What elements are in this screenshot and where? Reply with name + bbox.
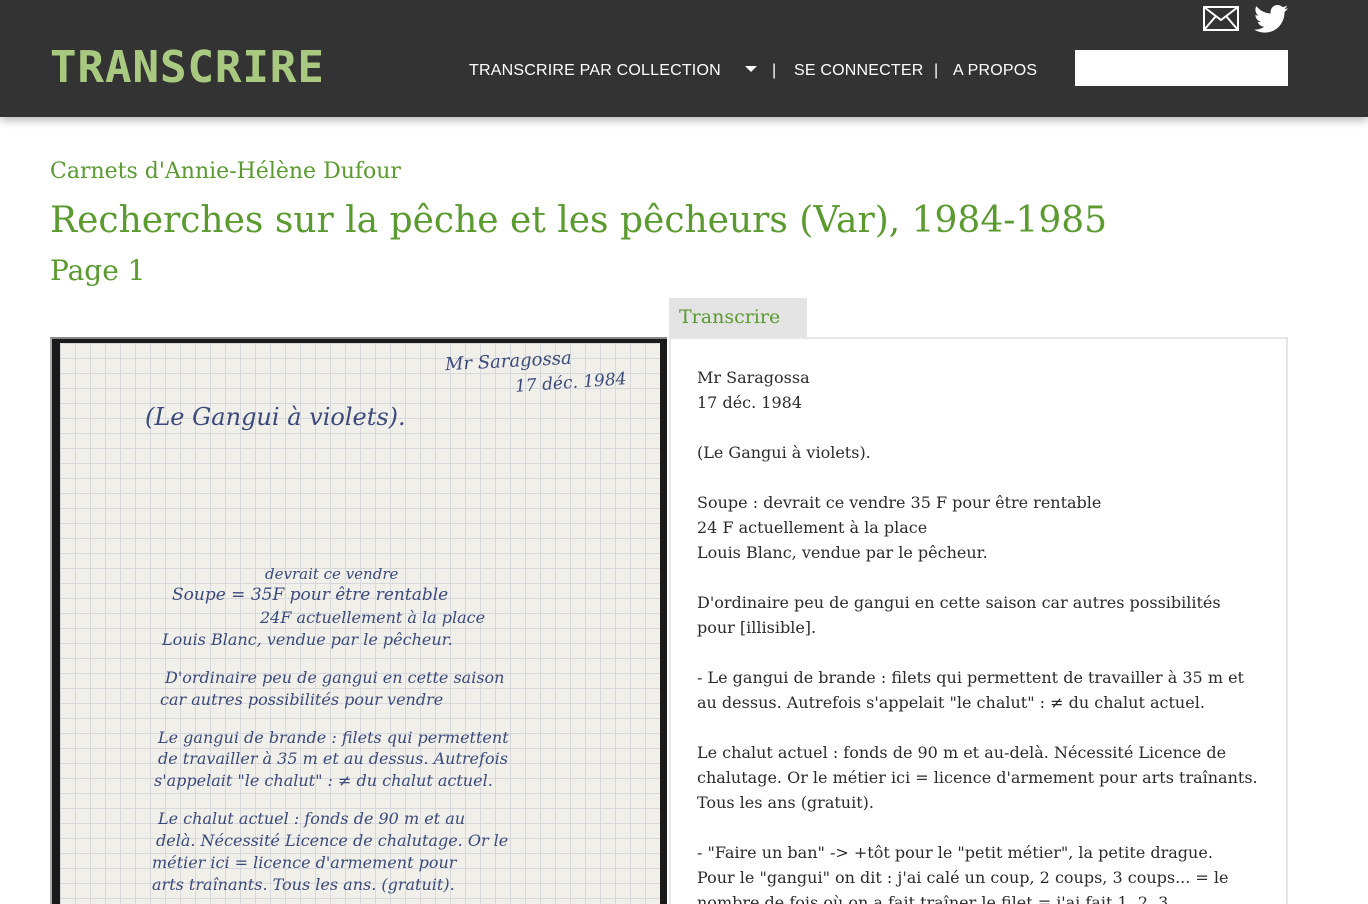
transcription-line: Soupe : devrait ce vendre 35 F pour être… [697, 493, 1102, 512]
mail-icon[interactable] [1203, 6, 1239, 31]
transcription-line [697, 465, 1267, 490]
manuscript-line: Louis Blanc, vendue par le pêcheur. [162, 630, 453, 649]
manuscript-line: Mr Saragossa [444, 347, 573, 376]
transcription-line: D'ordinaire peu de gangui en cette saiso… [697, 593, 1221, 612]
nav-login[interactable]: SE CONNECTER [794, 60, 924, 82]
manuscript-line: arts traînants. Tous les ans. (gratuit). [152, 875, 455, 894]
search-input[interactable] [1075, 50, 1288, 86]
transcription-line [697, 715, 1267, 740]
page-title: Page 1 [50, 254, 146, 287]
transcription-line: pour [illisible]. [697, 618, 817, 637]
manuscript-line: Soupe = 35F pour être rentable [172, 585, 449, 605]
manuscript-line: Le gangui de brande : filets qui permett… [158, 728, 509, 747]
collection-link[interactable]: Carnets d'Annie-Hélène Dufour [50, 157, 401, 187]
manuscript-page-image: Mr Saragossa 17 déc. 1984 (Le Gangui à v… [60, 343, 660, 904]
transcription-line [697, 815, 1267, 840]
transcription-line: - "Faire un ban" -> +tôt pour le "petit … [697, 843, 1213, 862]
nav-separator: | [934, 62, 939, 79]
transcription-panel: Mr Saragossa 17 déc. 1984 (Le Gangui à vio… [669, 337, 1288, 904]
manuscript-line: D'ordinaire peu de gangui en cette saiso… [165, 668, 505, 687]
nav-about[interactable]: A PROPOS [953, 60, 1037, 82]
transcription-line: Mr Saragossa [697, 368, 810, 387]
nav-transcribe-by-collection[interactable]: TRANSCRIRE PAR COLLECTION [469, 60, 721, 82]
transcription-line [697, 565, 1267, 590]
manuscript-line: 17 déc. 1984 [514, 369, 628, 397]
manuscript-line: car autres possibilités pour vendre [160, 690, 444, 709]
site-header: TRANSCRIRE TRANSCRIRE PAR COLLECTION | S… [0, 0, 1368, 117]
transcription-line [697, 415, 1267, 440]
transcription-line: Louis Blanc, vendue par le pêcheur. [697, 543, 988, 562]
chevron-down-icon[interactable] [745, 66, 757, 72]
site-logo[interactable]: TRANSCRIRE [50, 46, 325, 90]
transcription-line [697, 640, 1267, 665]
tab-transcribe[interactable]: Transcrire [669, 298, 807, 338]
manuscript-line: s'appelait "le chalut" : ≠ du chalut act… [154, 771, 493, 790]
transcription-line: (Le Gangui à violets). [697, 443, 871, 462]
manuscript-line: 24F actuellement à la place [260, 608, 486, 627]
transcription-text[interactable]: Mr Saragossa 17 déc. 1984 (Le Gangui à vio… [697, 365, 1267, 904]
twitter-icon[interactable] [1254, 4, 1288, 34]
manuscript-image-viewer[interactable]: Mr Saragossa 17 déc. 1984 (Le Gangui à v… [50, 337, 667, 904]
manuscript-line: devrait ce vendre [265, 565, 399, 583]
transcription-line: Le chalut actuel : fonds de 90 m et au-d… [697, 743, 1227, 762]
document-title[interactable]: Recherches sur la pêche et les pêcheurs … [50, 198, 1107, 244]
manuscript-line: delà. Nécessité Licence de chalutage. Or… [156, 831, 509, 850]
manuscript-line: (Le Gangui à violets). [145, 403, 406, 431]
transcription-line: 17 déc. 1984 [697, 393, 803, 412]
transcription-line: Tous les ans (gratuit). [697, 793, 874, 812]
manuscript-line: métier ici = licence d'armement pour [152, 853, 457, 872]
manuscript-line: Le chalut actuel : fonds de 90 m et au [158, 809, 466, 828]
manuscript-line: de travailler à 35 m et au dessus. Autre… [158, 749, 508, 768]
transcription-line: 24 F actuellement à la place [697, 518, 928, 537]
transcription-line: - Le gangui de brande : filets qui perme… [697, 668, 1244, 687]
transcription-line: Pour le "gangui" on dit : j'ai calé un c… [697, 868, 1229, 887]
transcription-line: au dessus. Autrefois s'appelait "le chal… [697, 693, 1205, 712]
nav-separator: | [772, 62, 777, 79]
transcription-line: nombre de fois où on a fait traîner le f… [697, 893, 1169, 904]
transcription-line: chalutage. Or le métier ici = licence d'… [697, 768, 1258, 787]
